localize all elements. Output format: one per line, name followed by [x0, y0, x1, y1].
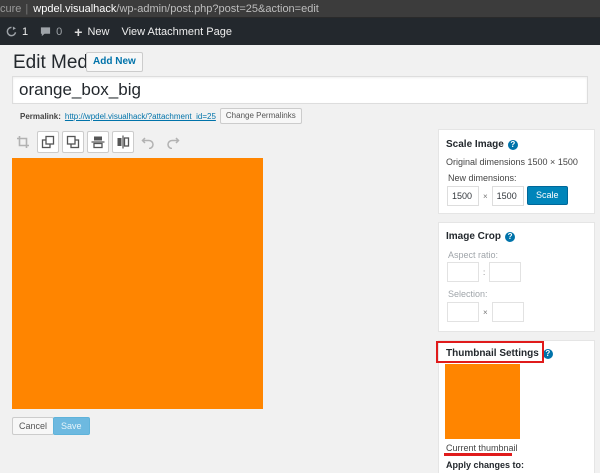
original-dimensions: Original dimensions 1500 × 1500: [446, 157, 578, 167]
aspect-ratio-width-input[interactable]: [447, 262, 479, 282]
thumbnail-settings-highlight: [436, 341, 544, 363]
times-symbol: ×: [483, 191, 488, 201]
admin-bar-new[interactable]: + New: [68, 18, 115, 45]
selection-label: Selection:: [448, 289, 488, 299]
scale-inputs: 1500 × 1500: [447, 186, 524, 206]
image-editor-toolbar: [12, 131, 187, 153]
help-icon[interactable]: ?: [542, 348, 553, 359]
new-dimensions-label: New dimensions:: [448, 173, 517, 183]
redo-icon[interactable]: [162, 131, 184, 153]
comments-count: 0: [56, 25, 63, 38]
admin-bar-view-attachment[interactable]: View Attachment Page: [115, 18, 237, 45]
selection-width-input[interactable]: [447, 302, 479, 322]
image-crop-box: Image Crop ? Aspect ratio: : Selection: …: [438, 222, 595, 332]
plus-icon: +: [74, 23, 83, 40]
image-crop-title: Image Crop: [446, 231, 502, 242]
flip-vertical-icon[interactable]: [87, 131, 109, 153]
current-thumbnail-image: [445, 364, 520, 439]
view-attachment-label: View Attachment Page: [121, 25, 232, 38]
change-permalinks-button[interactable]: Change Permalinks: [219, 108, 302, 124]
selection-inputs: ×: [447, 302, 524, 322]
scale-image-heading: Scale Image ?: [446, 139, 518, 150]
ratio-separator: :: [483, 267, 486, 277]
aspect-ratio-height-input[interactable]: [489, 262, 522, 282]
scale-image-box: Scale Image ? Original dimensions 1500 ×…: [438, 129, 595, 214]
aspect-ratio-label: Aspect ratio:: [448, 250, 499, 260]
image-crop-heading: Image Crop ?: [446, 231, 516, 242]
help-icon[interactable]: ?: [507, 139, 518, 150]
undo-icon[interactable]: [137, 131, 159, 153]
flip-horizontal-icon[interactable]: [112, 131, 134, 153]
scale-button[interactable]: Scale: [527, 186, 568, 205]
updates-count: 1: [22, 25, 29, 38]
help-icon[interactable]: ?: [505, 231, 516, 242]
selection-height-input[interactable]: [491, 302, 524, 322]
scale-height-input[interactable]: 1500: [491, 186, 524, 206]
save-button[interactable]: Save: [53, 417, 90, 435]
security-indicator: cure: [0, 3, 22, 15]
permalink-link[interactable]: http://wpdel.visualhack/?attachment_id=2…: [65, 112, 216, 121]
add-new-button[interactable]: Add New: [86, 52, 143, 72]
admin-bar-updates[interactable]: 1: [0, 18, 34, 45]
new-label: New: [87, 25, 110, 38]
cancel-button[interactable]: Cancel: [12, 417, 55, 435]
scale-image-title: Scale Image: [446, 139, 504, 150]
times-symbol: ×: [483, 307, 488, 317]
url-path: /wp-admin/post.php?post=25&action=edit: [116, 3, 319, 15]
aspect-ratio-inputs: :: [447, 262, 522, 282]
updates-icon: [6, 26, 17, 37]
url-host: wpdel.visualhack: [33, 3, 117, 15]
admin-bar-comments[interactable]: 0: [34, 18, 68, 45]
browser-url-bar[interactable]: cure | wpdel.visualhack/wp-admin/post.php?…: [0, 0, 600, 18]
current-thumbnail-label: Current thumbnail: [446, 443, 518, 453]
rotate-left-icon[interactable]: [37, 131, 59, 153]
title-input[interactable]: orange_box_big: [12, 76, 588, 104]
scale-width-input[interactable]: 1500: [447, 186, 479, 206]
permalink-label: Permalink:: [20, 111, 61, 121]
rotate-right-icon[interactable]: [62, 131, 84, 153]
permalink-row: Permalink: http://wpdel.visualhack/?atta…: [20, 107, 302, 125]
current-thumbnail-underline: [444, 453, 512, 456]
url-separator: |: [25, 3, 29, 15]
comment-icon: [40, 26, 51, 37]
admin-bar: 1 0 + New View Attachment Page: [0, 18, 600, 45]
editable-image[interactable]: [12, 158, 263, 409]
apply-changes-label: Apply changes to:: [446, 460, 525, 470]
crop-icon[interactable]: [12, 131, 34, 153]
